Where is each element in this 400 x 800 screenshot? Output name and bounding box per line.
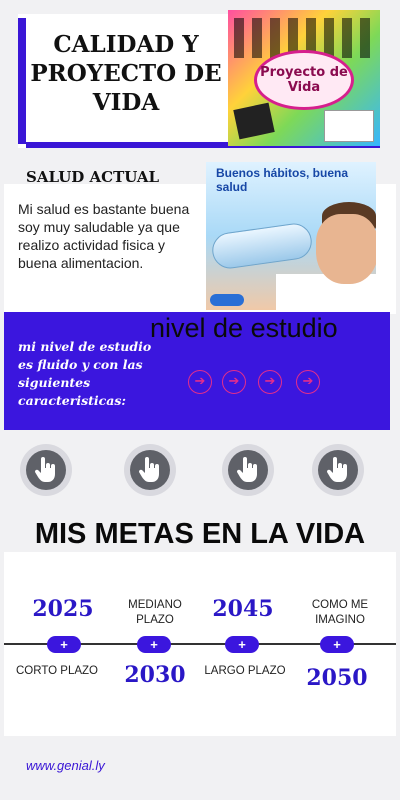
arrow-right-icon[interactable]: ➔ <box>258 370 282 394</box>
interactive-button-3[interactable] <box>222 444 274 496</box>
water-drinking-image: Buenos hábitos, buena salud <box>206 162 376 310</box>
water-image-caption: Buenos hábitos, buena salud <box>216 166 349 194</box>
diagram-icon <box>324 110 374 142</box>
header-accent-bar <box>18 18 26 144</box>
pointer-hand-icon <box>236 457 257 482</box>
timeline-year-2030: 2030 <box>124 662 186 688</box>
timeline-year-2045: 2045 <box>212 596 274 622</box>
arrow-right-icon[interactable]: ➔ <box>222 370 246 394</box>
timeline-label-mediano: MEDIANO PLAZO <box>128 599 182 626</box>
pointer-hand-icon <box>326 457 347 482</box>
proyecto-de-vida-image: Proyecto de Vida <box>228 10 380 146</box>
arrow-right-icon[interactable]: ➔ <box>188 370 212 394</box>
timeline-label-largo: LARGO PLAZO <box>204 665 286 677</box>
timeline-year-2025: 2025 <box>32 596 94 622</box>
metas-title: MIS METAS EN LA VIDA <box>34 518 366 550</box>
interactive-button-1[interactable] <box>20 444 72 496</box>
page-title: CALIDAD Y PROYECTO DE VIDA <box>30 31 222 116</box>
timeline-plus-button[interactable]: + <box>320 636 354 653</box>
salud-title: SALUD ACTUAL <box>26 168 160 186</box>
timeline-plus-button[interactable]: + <box>137 636 171 653</box>
timeline-plus-button[interactable]: + <box>47 636 81 653</box>
estudio-heading: nivel de estudio <box>150 313 338 343</box>
estudio-text: mi nivel de estudio es fluido y con las … <box>18 339 152 408</box>
brand-logo <box>210 294 244 306</box>
interactive-button-4[interactable] <box>312 444 364 496</box>
timeline-year-2050: 2050 <box>306 665 368 691</box>
genially-link[interactable]: www.genial.ly <box>26 758 105 773</box>
pointer-hand-icon <box>138 457 159 482</box>
graduation-cap-icon <box>233 102 275 140</box>
salud-text: Mi salud es bastante buena soy muy salud… <box>18 201 190 271</box>
pointer-hand-icon <box>34 457 55 482</box>
arrow-right-icon[interactable]: ➔ <box>296 370 320 394</box>
proyecto-bubble: Proyecto de Vida <box>254 50 354 110</box>
interactive-button-2[interactable] <box>124 444 176 496</box>
face-shape <box>316 214 376 284</box>
timeline-plus-button[interactable]: + <box>225 636 259 653</box>
timeline-label-imagino: COMO ME IMAGINO <box>311 599 369 626</box>
water-bottle-icon <box>209 221 315 271</box>
timeline-label-corto: CORTO PLAZO <box>15 665 98 677</box>
